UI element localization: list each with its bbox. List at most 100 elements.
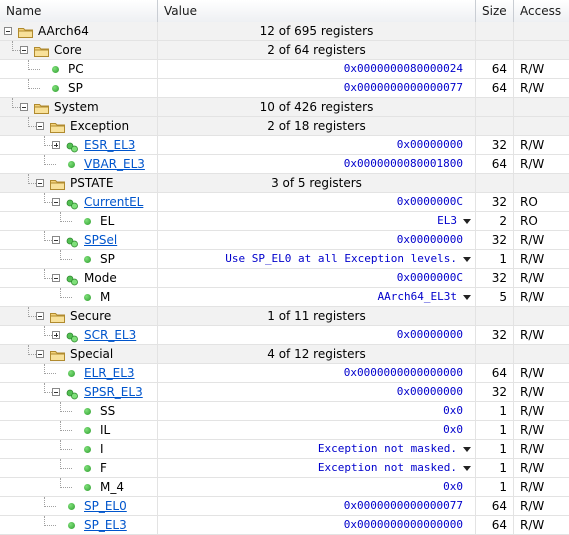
value-field[interactable]: 0x0000000080001800 (344, 155, 463, 173)
value-cell[interactable]: 0x0000000C (158, 269, 476, 287)
value-field[interactable]: 0x00000000 (397, 383, 463, 401)
group-row[interactable]: Special 4 of 12 registers (0, 345, 569, 364)
register-row[interactable]: SP_EL3 0x0000000000000000 64 R/W (0, 516, 569, 535)
register-row[interactable]: EL EL3 2 RO (0, 212, 569, 231)
register-link[interactable]: SP_EL0 (84, 497, 127, 515)
register-link[interactable]: ELR_EL3 (84, 364, 135, 382)
collapse-icon[interactable] (52, 388, 60, 396)
value-field[interactable]: 0x0 (443, 421, 463, 439)
value-field[interactable]: 0x0000000000000000 (344, 364, 463, 382)
group-row[interactable]: Secure 1 of 11 registers (0, 307, 569, 326)
register-row[interactable]: ELR_EL3 0x0000000000000000 64 R/W (0, 364, 569, 383)
register-row[interactable]: SS 0x0 1 R/W (0, 402, 569, 421)
expand-icon[interactable] (52, 141, 60, 149)
value-cell[interactable]: 0x0000000080001800 (158, 155, 476, 173)
value-cell[interactable]: 0x00000000 (158, 383, 476, 401)
column-access[interactable]: Access (514, 0, 569, 22)
value-cell[interactable]: 0x0000000000000000 (158, 364, 476, 382)
register-row[interactable]: Mode 0x0000000C 32 R/W (0, 269, 569, 288)
collapse-icon[interactable] (52, 274, 60, 282)
collapse-icon[interactable] (36, 350, 44, 358)
value-cell[interactable]: 0x00000000 (158, 231, 476, 249)
value-cell[interactable]: 0x0000000000000077 (158, 79, 476, 97)
group-row[interactable]: Exception 2 of 18 registers (0, 117, 569, 136)
value-field[interactable]: 0x0000000000000077 (344, 497, 463, 515)
value-cell[interactable]: 0x0000000000000000 (158, 516, 476, 534)
value-cell[interactable]: 0x00000000 (158, 326, 476, 344)
value-field[interactable]: 0x0000000C (397, 193, 463, 211)
value-cell[interactable]: Exception not masked. (158, 459, 476, 477)
group-row[interactable]: AArch64 12 of 695 registers (0, 22, 569, 41)
chevron-down-icon[interactable] (463, 446, 471, 452)
register-row[interactable]: PC 0x0000000080000024 64 R/W (0, 60, 569, 79)
register-row[interactable]: SCR_EL3 0x00000000 32 R/W (0, 326, 569, 345)
chevron-down-icon[interactable] (463, 218, 471, 224)
chevron-down-icon[interactable] (463, 465, 471, 471)
register-row[interactable]: SP 0x0000000000000077 64 R/W (0, 79, 569, 98)
value-field[interactable]: 0x00000000 (397, 326, 463, 344)
register-link[interactable]: SPSel (84, 231, 117, 249)
collapse-icon[interactable] (4, 27, 12, 35)
register-row[interactable]: SP Use SP_EL0 at all Exception levels. 1 R/… (0, 250, 569, 269)
group-row[interactable]: Core 2 of 64 registers (0, 41, 569, 60)
value-cell[interactable]: AArch64_EL3t (158, 288, 476, 306)
value-field[interactable]: 0x0000000C (397, 269, 463, 287)
value-cell[interactable]: 0x0 (158, 478, 476, 496)
register-link[interactable]: CurrentEL (84, 193, 143, 211)
value-field[interactable]: 0x0 (443, 478, 463, 496)
register-link[interactable]: VBAR_EL3 (84, 155, 145, 173)
register-row[interactable]: SPSel 0x00000000 32 R/W (0, 231, 569, 250)
register-row[interactable]: IL 0x0 1 R/W (0, 421, 569, 440)
value-field[interactable]: 0x0000000000000000 (344, 516, 463, 534)
value-field[interactable]: 0x0000000000000077 (344, 79, 463, 97)
value-dropdown[interactable]: Exception not masked. (318, 440, 471, 458)
register-row[interactable]: VBAR_EL3 0x0000000080001800 64 R/W (0, 155, 569, 174)
column-name[interactable]: Name (0, 0, 158, 22)
value-cell[interactable]: EL3 (158, 212, 476, 230)
value-field[interactable]: 0x0000000080000024 (344, 60, 463, 78)
group-row[interactable]: System 10 of 426 registers (0, 98, 569, 117)
register-row[interactable]: CurrentEL 0x0000000C 32 RO (0, 193, 569, 212)
register-row[interactable]: M AArch64_EL3t 5 R/W (0, 288, 569, 307)
value-field[interactable]: 0x0 (443, 402, 463, 420)
chevron-down-icon[interactable] (463, 256, 471, 262)
register-link[interactable]: SPSR_EL3 (84, 383, 143, 401)
collapse-icon[interactable] (36, 179, 44, 187)
collapse-icon[interactable] (52, 236, 60, 244)
chevron-down-icon[interactable] (463, 294, 471, 300)
register-row[interactable]: ESR_EL3 0x00000000 32 R/W (0, 136, 569, 155)
collapse-icon[interactable] (20, 46, 28, 54)
register-row[interactable]: F Exception not masked. 1 R/W (0, 459, 569, 478)
register-row[interactable]: SP_EL0 0x0000000000000077 64 R/W (0, 497, 569, 516)
column-value[interactable]: Value (158, 0, 476, 22)
group-row[interactable]: PSTATE 3 of 5 registers (0, 174, 569, 193)
value-dropdown[interactable]: Exception not masked. (318, 459, 471, 477)
register-row[interactable]: SPSR_EL3 0x00000000 32 R/W (0, 383, 569, 402)
column-size[interactable]: Size (476, 0, 514, 22)
collapse-icon[interactable] (20, 103, 28, 111)
collapse-icon[interactable] (36, 312, 44, 320)
register-link[interactable]: SCR_EL3 (84, 326, 136, 344)
value-dropdown[interactable]: AArch64_EL3t (378, 288, 471, 306)
expand-icon[interactable] (52, 331, 60, 339)
column-header: Name Value Size Access (0, 0, 569, 23)
collapse-icon[interactable] (36, 122, 44, 130)
value-field[interactable]: 0x00000000 (397, 136, 463, 154)
value-cell[interactable]: 0x0 (158, 402, 476, 420)
register-link[interactable]: SP_EL3 (84, 516, 127, 534)
value-cell[interactable]: Use SP_EL0 at all Exception levels. (158, 250, 476, 268)
value-cell[interactable]: 0x0000000000000077 (158, 497, 476, 515)
register-row[interactable]: M_4 0x0 1 R/W (0, 478, 569, 497)
value-cell[interactable]: Exception not masked. (158, 440, 476, 458)
register-row[interactable]: I Exception not masked. 1 R/W (0, 440, 569, 459)
access-cell: RO (514, 193, 569, 211)
value-dropdown[interactable]: Use SP_EL0 at all Exception levels. (225, 250, 471, 268)
value-dropdown[interactable]: EL3 (437, 212, 471, 230)
collapse-icon[interactable] (52, 198, 60, 206)
value-field[interactable]: 0x00000000 (397, 231, 463, 249)
value-cell[interactable]: 0x0000000C (158, 193, 476, 211)
register-link[interactable]: ESR_EL3 (84, 136, 135, 154)
value-cell[interactable]: 0x00000000 (158, 136, 476, 154)
value-cell[interactable]: 0x0000000080000024 (158, 60, 476, 78)
value-cell[interactable]: 0x0 (158, 421, 476, 439)
